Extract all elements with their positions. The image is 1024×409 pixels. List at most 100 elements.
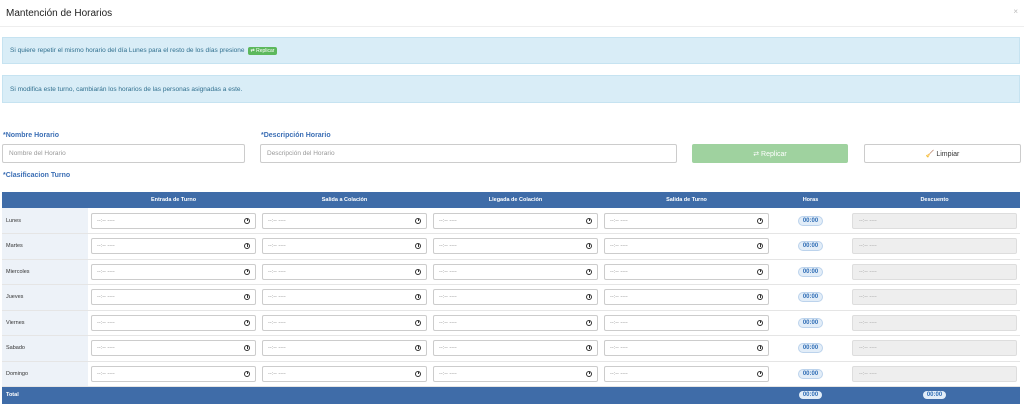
time-placeholder: --:-- ---- (439, 268, 457, 275)
descuento-input: --:-- ---- (852, 365, 1017, 382)
clock-icon[interactable] (415, 319, 421, 326)
entrada-time-input[interactable]: --:-- ---- (91, 212, 256, 229)
salida-colacion-time-input[interactable]: --:-- ---- (262, 365, 427, 382)
time-placeholder: --:-- ---- (268, 294, 286, 301)
time-placeholder: --:-- ---- (610, 243, 628, 250)
salida-colacion-time-input[interactable]: --:-- ---- (262, 314, 427, 331)
descuento-input: --:-- ---- (852, 238, 1017, 255)
th-entrada: Entrada de Turno (150, 197, 197, 203)
salida-colacion-time-input[interactable]: --:-- ---- (262, 212, 427, 229)
time-placeholder: --:-- ---- (610, 370, 628, 377)
clock-icon[interactable] (244, 268, 250, 275)
llegada-colacion-time-input[interactable]: --:-- ---- (433, 340, 598, 357)
entrada-time-input[interactable]: --:-- ---- (91, 263, 256, 280)
clock-icon[interactable] (244, 370, 250, 377)
llegada-colacion-time-input[interactable]: --:-- ---- (433, 365, 598, 382)
horas-value: 00:00 (797, 215, 824, 226)
nombre-label: *Nombre Horario (3, 132, 60, 139)
clock-icon[interactable] (415, 243, 421, 250)
clock-icon[interactable] (586, 243, 592, 250)
clock-icon[interactable] (757, 217, 763, 224)
salida-turno-time-input[interactable]: --:-- ---- (604, 238, 769, 255)
llegada-colacion-time-input[interactable]: --:-- ---- (433, 263, 598, 280)
replicar-button[interactable]: ⇄ Replicar (692, 144, 848, 163)
modal-title: Mantención de Horarios (6, 7, 113, 19)
clock-icon[interactable] (586, 370, 592, 377)
salida-turno-time-input[interactable]: --:-- ---- (604, 340, 769, 357)
day-label: Lunes (2, 208, 88, 234)
llegada-colacion-time-input[interactable]: --:-- ---- (433, 212, 598, 229)
time-placeholder: --:-- ---- (97, 345, 115, 352)
entrada-time-input[interactable]: --:-- ---- (91, 238, 256, 255)
alert-replicar-button[interactable]: ⇄ Replicar (247, 46, 278, 55)
th-horas: Horas (802, 197, 819, 203)
time-placeholder: --:-- ---- (268, 319, 286, 326)
clock-icon[interactable] (586, 268, 592, 275)
salida-turno-time-input[interactable]: --:-- ---- (604, 212, 769, 229)
clock-icon[interactable] (415, 268, 421, 275)
th-salida-colacion: Salida a Colación (321, 197, 368, 203)
clock-icon[interactable] (415, 345, 421, 352)
clock-icon[interactable] (757, 268, 763, 275)
nombre-input[interactable]: Nombre del Horario (2, 144, 245, 163)
clock-icon[interactable] (757, 345, 763, 352)
total-row: Total 00:00 00:00 (2, 386, 1020, 404)
salida-turno-time-input[interactable]: --:-- ---- (604, 314, 769, 331)
salida-colacion-time-input[interactable]: --:-- ---- (262, 238, 427, 255)
time-placeholder: --:-- ---- (97, 217, 115, 224)
limpiar-button[interactable]: 🧹 Limpiar (864, 144, 1021, 163)
time-placeholder: --:-- ---- (610, 294, 628, 301)
entrada-time-input[interactable]: --:-- ---- (91, 314, 256, 331)
time-placeholder: --:-- ---- (97, 294, 115, 301)
total-descuento: 00:00 (922, 391, 947, 400)
day-label: Viernes (2, 310, 88, 336)
descuento-input: --:-- ---- (852, 314, 1017, 331)
clock-icon[interactable] (586, 294, 592, 301)
clock-icon[interactable] (757, 370, 763, 377)
table-row: Martes --:-- ---- --:-- ---- --:-- ---- --:-… (2, 233, 1020, 259)
replicate-alert: Si quiere repetir el mismo horario del d… (2, 37, 1020, 64)
clock-icon[interactable] (244, 319, 250, 326)
entrada-time-input[interactable]: --:-- ---- (91, 289, 256, 306)
clock-icon[interactable] (757, 243, 763, 250)
salida-turno-time-input[interactable]: --:-- ---- (604, 263, 769, 280)
close-icon[interactable]: × (1013, 7, 1018, 16)
horas-value: 00:00 (797, 317, 824, 328)
clock-icon[interactable] (244, 217, 250, 224)
th-salida-turno: Salida de Turno (666, 197, 707, 203)
salida-colacion-time-input[interactable]: --:-- ---- (262, 263, 427, 280)
salida-turno-time-input[interactable]: --:-- ---- (604, 365, 769, 382)
clock-icon[interactable] (415, 217, 421, 224)
clock-icon[interactable] (244, 294, 250, 301)
clock-icon[interactable] (244, 243, 250, 250)
warning-alert-text: Si modifica este turno, cambiarán los ho… (10, 85, 243, 93)
day-label: Sabado (2, 335, 88, 361)
clock-icon[interactable] (415, 370, 421, 377)
clock-icon[interactable] (757, 319, 763, 326)
th-descuento: Descuento (920, 197, 949, 203)
salida-colacion-time-input[interactable]: --:-- ---- (262, 289, 427, 306)
clock-icon[interactable] (586, 345, 592, 352)
descripcion-input[interactable]: Descripción del Horario (260, 144, 677, 163)
table-row: Miercoles --:-- ---- --:-- ---- --:-- ---- -… (2, 259, 1020, 285)
time-placeholder: --:-- ---- (97, 268, 115, 275)
time-placeholder: --:-- ---- (97, 319, 115, 326)
llegada-colacion-time-input[interactable]: --:-- ---- (433, 289, 598, 306)
clock-icon[interactable] (244, 345, 250, 352)
salida-colacion-time-input[interactable]: --:-- ---- (262, 340, 427, 357)
clock-icon[interactable] (415, 294, 421, 301)
entrada-time-input[interactable]: --:-- ---- (91, 340, 256, 357)
llegada-colacion-time-input[interactable]: --:-- ---- (433, 314, 598, 331)
time-placeholder: --:-- ---- (439, 319, 457, 326)
entrada-time-input[interactable]: --:-- ---- (91, 365, 256, 382)
clock-icon[interactable] (586, 217, 592, 224)
total-horas: 00:00 (798, 391, 823, 400)
time-placeholder: --:-- ---- (610, 268, 628, 275)
clock-icon[interactable] (586, 319, 592, 326)
horas-value: 00:00 (797, 266, 824, 277)
clock-icon[interactable] (757, 294, 763, 301)
salida-turno-time-input[interactable]: --:-- ---- (604, 289, 769, 306)
day-label: Miercoles (2, 259, 88, 285)
time-placeholder: --:-- ---- (439, 217, 457, 224)
llegada-colacion-time-input[interactable]: --:-- ---- (433, 238, 598, 255)
